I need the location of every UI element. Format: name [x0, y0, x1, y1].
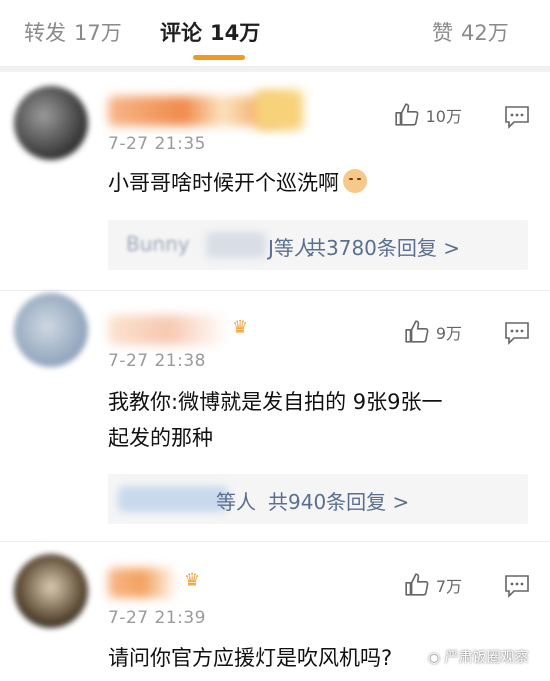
reply-icon[interactable] [504, 574, 530, 598]
avatar[interactable] [14, 86, 88, 160]
replies-preview[interactable]: 等人 共940条回复 > [108, 474, 528, 524]
sad-face-icon [343, 169, 367, 193]
watermark-text: 严肃饭圈观察 [444, 650, 529, 666]
wechat-icon: ◉ [428, 650, 445, 666]
comment-time: 7-27 21:39 [108, 608, 206, 628]
comment-time: 7-27 21:38 [108, 351, 206, 371]
like-count: 9万 [435, 324, 462, 343]
tab-likes-label: 赞 [432, 21, 453, 45]
comment-text: 我教你:微博就是发自拍的 9张9张一 起发的那种 [108, 384, 528, 456]
replies-users: 等人 [216, 490, 256, 514]
tab-repost-label: 转发 [24, 21, 66, 45]
tab-comments[interactable]: 评论 14万 [160, 17, 260, 47]
reply-icon[interactable] [504, 105, 530, 129]
crown-icon: ♛ [184, 570, 201, 591]
replies-count-link[interactable]: 共3780条回复 > [306, 232, 460, 261]
like-count: 10万 [425, 107, 462, 126]
replies-preview[interactable]: Bunny J等人 共3780条回复 > [108, 220, 528, 270]
tab-repost[interactable]: 转发 17万 [24, 17, 122, 47]
tab-repost-count: 17万 [74, 21, 122, 45]
comment-item: 7-27 21:35 10万 小哥哥啥时候开个巡洗啊 Bunny J等人 共37… [0, 72, 550, 290]
comment-text-line: 起发的那种 [108, 426, 213, 450]
comment-time: 7-27 21:35 [108, 134, 206, 154]
watermark: ◉ 严肃饭圈观察 [428, 647, 529, 667]
comment-text: 小哥哥啥时候开个巡洗啊 [108, 165, 528, 201]
username[interactable] [108, 315, 228, 345]
reply-user-blur [118, 486, 228, 512]
tab-likes-count: 42万 [461, 21, 509, 45]
thumbs-up-icon [405, 320, 429, 343]
avatar[interactable] [14, 554, 88, 628]
comment-item: ♛ 7-27 21:38 9万 我教你:微博就是发自拍的 9张9张一 起发的那种… [0, 291, 550, 541]
like-button[interactable]: 9万 [404, 319, 462, 345]
avatar[interactable] [14, 293, 88, 367]
replies-count-link[interactable]: 共940条回复 > [268, 486, 409, 515]
comment-text-content: 小哥哥啥时候开个巡洗啊 [108, 171, 339, 195]
reply-icon[interactable] [504, 321, 530, 345]
username[interactable] [108, 568, 178, 598]
comment-text-line: 我教你:微博就是发自拍的 9张9张一 [108, 390, 443, 414]
active-tab-indicator [193, 55, 245, 60]
thumbs-up-icon [394, 103, 419, 126]
reply-user-blur [206, 232, 266, 258]
like-button[interactable]: 10万 [394, 102, 462, 128]
like-button[interactable]: 7万 [404, 572, 462, 598]
thumbs-up-icon [405, 573, 429, 596]
reply-user-name: Bunny [126, 232, 190, 256]
tab-comments-label: 评论 [160, 21, 202, 45]
user-badge [255, 90, 303, 130]
tab-comments-count: 14万 [210, 21, 261, 45]
crown-icon: ♛ [232, 317, 249, 338]
tab-likes[interactable]: 赞 42万 [432, 17, 509, 47]
like-count: 7万 [435, 577, 462, 596]
comment-tabs: 转发 17万 评论 14万 赞 42万 [0, 0, 550, 67]
